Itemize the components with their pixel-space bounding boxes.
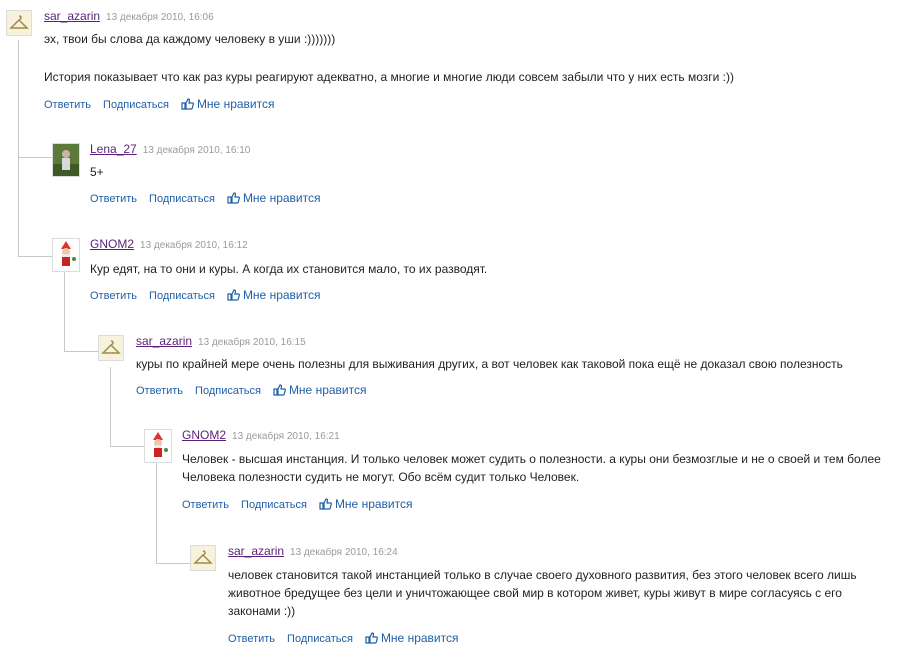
like-button[interactable]: Мне нравится (227, 191, 320, 205)
reply-link[interactable]: Ответить (228, 633, 275, 645)
thumbs-up-icon (181, 98, 194, 110)
thread-connector (18, 157, 52, 257)
thumbs-up-icon (227, 289, 240, 301)
subscribe-link[interactable]: Подписаться (195, 385, 261, 397)
thumbs-up-icon (365, 632, 378, 644)
comment-actions: Ответить Подписаться Мне нравится (136, 383, 366, 397)
reply-link[interactable]: Ответить (90, 290, 137, 302)
comment-actions: Ответить Подписаться Мне нравится (90, 191, 320, 205)
hanger-icon (191, 546, 215, 570)
comment-date: 13 декабря 2010, 16:10 (142, 145, 251, 156)
comment-text: Кур едят, на то они и куры. А когда их с… (90, 262, 488, 276)
avatar[interactable] (190, 545, 216, 571)
subscribe-link[interactable]: Подписаться (149, 193, 215, 205)
hanger-icon (99, 336, 123, 360)
gnome-icon (53, 239, 79, 271)
subscribe-link[interactable]: Подписаться (287, 633, 353, 645)
comment-text: Человек - высшая инстанция. И только чел… (182, 452, 881, 484)
author-link[interactable]: GNOM2 (90, 237, 134, 251)
avatar[interactable] (144, 429, 172, 463)
avatar[interactable] (6, 10, 32, 36)
author-link[interactable]: sar_azarin (44, 9, 100, 23)
avatar[interactable] (52, 238, 80, 272)
author-link[interactable]: sar_azarin (136, 334, 192, 348)
reply-link[interactable]: Ответить (136, 385, 183, 397)
comment-date: 13 декабря 2010, 16:15 (198, 337, 306, 348)
comment-text: 5+ (90, 165, 104, 179)
thumbs-up-icon (319, 498, 332, 510)
subscribe-link[interactable]: Подписаться (149, 290, 215, 302)
photo-avatar-icon (53, 144, 79, 176)
avatar[interactable] (52, 143, 80, 177)
thumbs-up-icon (227, 192, 240, 204)
thumbs-up-icon (273, 384, 286, 396)
comment-text: эх, твои бы слова да каждому человеку в … (44, 32, 735, 84)
reply-link[interactable]: Ответить (182, 499, 229, 511)
comment-date: 13 декабря 2010, 16:21 (232, 431, 340, 442)
like-button[interactable]: Мне нравится (181, 97, 274, 111)
like-button[interactable]: Мне нравится (273, 383, 366, 397)
comment-actions: Ответить Подписаться Мне нравится (228, 631, 458, 645)
comment-actions: Ответить Подписаться Мне нравится (44, 97, 274, 111)
hanger-icon (7, 11, 31, 35)
author-link[interactable]: Lena_27 (90, 142, 137, 156)
comment-date: 13 декабря 2010, 16:06 (106, 12, 214, 23)
author-link[interactable]: GNOM2 (182, 428, 226, 442)
reply-link[interactable]: Ответить (44, 99, 91, 111)
subscribe-link[interactable]: Подписаться (241, 499, 307, 511)
thread-connector (110, 367, 144, 447)
comment-text: человек становится такой инстанцией толь… (228, 568, 857, 618)
like-button[interactable]: Мне нравится (365, 631, 458, 645)
comment-text: куры по крайней мере очень полезны для в… (136, 357, 843, 371)
reply-link[interactable]: Ответить (90, 193, 137, 205)
comment-actions: Ответить Подписаться Мне нравится (90, 288, 320, 302)
avatar[interactable] (98, 335, 124, 361)
comment-actions: Ответить Подписаться Мне нравится (182, 497, 412, 511)
like-button[interactable]: Мне нравится (319, 497, 412, 511)
comment-date: 13 декабря 2010, 16:12 (140, 240, 248, 251)
comment-date: 13 декабря 2010, 16:24 (290, 547, 398, 558)
gnome-icon (145, 430, 171, 462)
like-button[interactable]: Мне нравится (227, 288, 320, 302)
author-link[interactable]: sar_azarin (228, 544, 284, 558)
thread-connector (64, 272, 98, 352)
subscribe-link[interactable]: Подписаться (103, 99, 169, 111)
